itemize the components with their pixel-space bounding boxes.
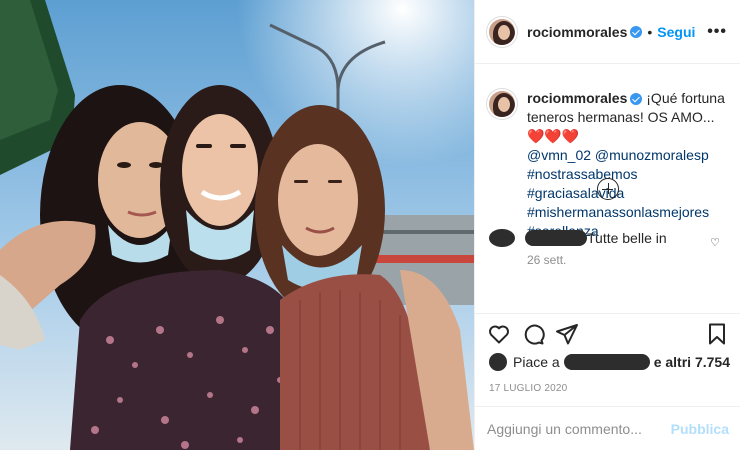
author-username[interactable]: rociommorales <box>527 24 627 40</box>
hashtag-link[interactable]: #nostrassabemos <box>527 165 729 184</box>
mention-link[interactable]: @vmn_02 <box>527 147 591 163</box>
comment-row: Tutte belle in <box>489 229 667 247</box>
post-side-panel: rociommorales • Segui ••• rociommorales … <box>474 0 740 450</box>
post-photo[interactable] <box>0 0 474 450</box>
redacted-liker[interactable] <box>563 354 650 370</box>
heart-icon[interactable] <box>487 322 511 346</box>
post-date[interactable]: 17 LUGLIO 2020 <box>489 383 567 394</box>
load-more-comments-icon[interactable] <box>597 178 619 200</box>
follow-button[interactable]: Segui <box>657 24 695 40</box>
caption-text: rociommorales ¡Qué fortuna teneros herma… <box>527 89 729 241</box>
bookmark-icon[interactable] <box>705 322 729 346</box>
hashtag-link[interactable]: #mishermanassonlasmejores <box>527 203 729 222</box>
add-comment-bar: Pubblica <box>475 406 740 450</box>
comment-input[interactable] <box>487 420 671 437</box>
liker-avatar[interactable] <box>489 353 507 371</box>
redacted-username[interactable] <box>525 230 587 246</box>
verified-badge-icon <box>630 25 643 38</box>
hearts-emoji: ❤️❤️❤️ <box>527 128 580 144</box>
caption-author-avatar[interactable] <box>487 89 517 119</box>
comment-text: Tutte belle in <box>587 230 667 246</box>
separator-dot: • <box>647 23 653 40</box>
caption-timestamp: 26 sett. <box>527 253 567 267</box>
caption-comment: rociommorales ¡Qué fortuna teneros herma… <box>487 89 729 241</box>
more-options-icon[interactable]: ••• <box>707 23 727 41</box>
verified-badge-icon <box>630 93 643 106</box>
comment-like-icon[interactable]: ♡ <box>710 236 720 249</box>
caption-author[interactable]: rociommorales <box>527 90 627 106</box>
post-header: rociommorales • Segui ••• <box>475 0 740 64</box>
selfie-image <box>0 0 474 450</box>
commenter-avatar[interactable] <box>489 229 515 247</box>
likes-count[interactable]: e altri 7.754 <box>654 354 730 370</box>
instagram-post: rociommorales • Segui ••• rociommorales … <box>0 0 740 450</box>
comment-icon[interactable] <box>521 322 545 346</box>
likes-prefix: Piace a <box>513 354 560 370</box>
author-avatar[interactable] <box>487 16 517 47</box>
publish-button[interactable]: Pubblica <box>671 421 729 437</box>
share-icon[interactable] <box>555 322 579 346</box>
likes-summary[interactable]: Piace a e altri 7.754 <box>489 353 730 371</box>
mention-link[interactable]: @munozmoralesp <box>595 147 709 163</box>
